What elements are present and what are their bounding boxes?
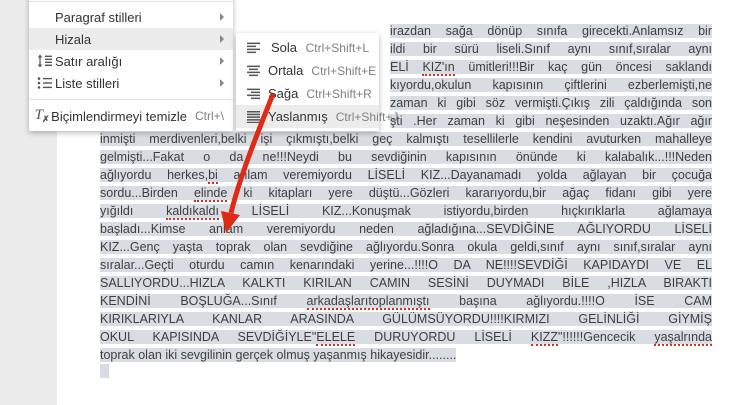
text-line: şti .Her zaman ki gibi neşesinden uzaktı… [390, 114, 712, 128]
line-spacing-icon [33, 54, 55, 68]
text-line: zaman ki gibi söz vermişti.Çıkış zili ça… [390, 96, 712, 110]
submenu-item-align-center[interactable]: Ortala Ctrl+Shift+E [236, 59, 379, 82]
align-left-icon [247, 42, 263, 54]
submenu-arrow-icon [220, 79, 224, 87]
text-line: KIZ...Genç yaşta toprak olan sevdiğine a… [100, 240, 712, 254]
align-right-icon [247, 88, 260, 100]
align-submenu: Sola Ctrl+Shift+L Ortala Ctrl+Shift+E Sa… [236, 33, 398, 131]
text-line: kıyordu,okulun kapısının çiftlerini ezbe… [390, 78, 712, 92]
text-line: sıralar...Geçti oturdu camın kenarındaki… [100, 258, 712, 272]
submenu-item-align-justify[interactable]: Yaslanmış Ctrl+Shift+J [236, 105, 398, 128]
menu-item-clear-formatting[interactable]: T✗ Biçimlendirmeyi temizle Ctrl+\ [29, 105, 233, 127]
submenu-item-shortcut: Ctrl+Shift+J [335, 109, 399, 124]
submenu-item-align-left[interactable]: Sola Ctrl+Shift+L [236, 36, 379, 59]
text-line: yığıldı kaldıkaldı LİSELİ KIZ...Konuşmak… [100, 204, 712, 220]
align-center-icon [247, 65, 260, 77]
text-line: gelmişti...Fakat o da ne!!!Neydi bu sevd… [100, 150, 712, 164]
submenu-item-shortcut: Ctrl+Shift+E [311, 63, 377, 78]
submenu-item-label: Sola [271, 40, 298, 55]
menu-item-label: Biçimlendirmeyi temizle [51, 108, 187, 124]
app-window: irazdan sağa dönüp sınıfa girecekti.Anla… [0, 0, 730, 405]
list-styles-icon [33, 76, 55, 90]
menu-cut-top [29, 0, 233, 2]
text-line: toprak olan iki sevgilinin gerçek olmuş … [100, 348, 457, 362]
submenu-item-align-right[interactable]: Sağa Ctrl+Shift+R [236, 82, 379, 105]
selection-stub [100, 364, 109, 378]
text-line: başladı...Kimse anlam veremiyordu neden … [100, 222, 712, 236]
text-line: inmişti merdivenleri,belki işi çıkmıştı,… [100, 132, 712, 146]
text-line: sordu...Birden elinde ki kitapları yere … [100, 186, 712, 202]
submenu-item-label: Ortala [268, 63, 304, 78]
text-line: irazdan sağa dönüp sınıfa girecekti.Anla… [390, 24, 712, 38]
submenu-item-shortcut: Ctrl+Shift+R [306, 86, 372, 101]
text-line: KIRIKLARIYLA KANLAR ARASINDA GÜLÜMSÜYORD… [100, 312, 712, 326]
submenu-arrow-icon [220, 13, 224, 21]
menu-item-align[interactable]: Hizala [29, 28, 233, 50]
menu-divider [29, 99, 233, 100]
menu-item-label: Liste stilleri [55, 75, 120, 91]
menu-item-shortcut: Ctrl+\ [194, 109, 224, 123]
submenu-arrow-icon [220, 35, 224, 43]
text-line: ELİ KIZ'ın ümitleri!!!Bir kaç gün öncesi… [390, 60, 712, 76]
menu-item-label: Hizala [55, 31, 92, 47]
submenu-arrow-icon [220, 57, 224, 65]
menu-item-paragraph-styles[interactable]: Paragraf stilleri [29, 6, 233, 28]
text-line: ağlıyordu herkes,bi anlam veremiyordu Lİ… [100, 168, 712, 184]
text-line: ildi bir sürü liseli.Sınıf aynı sınıf,sı… [390, 42, 712, 56]
text-line: SALLIYORDU...HIZLA KALKTI KIRILAN CAMIN … [100, 276, 712, 290]
context-menu: Paragraf stilleri Hizala Satır aralığı L… [29, 0, 233, 131]
menu-item-label: Satır aralığı [55, 53, 123, 69]
submenu-item-label: Sağa [268, 86, 299, 101]
align-justify-icon [247, 110, 260, 123]
submenu-item-shortcut: Ctrl+Shift+L [305, 40, 369, 55]
text-line: OKUL KAPISINDA SEVDİĞİYLE"ELELE DURUYORD… [100, 330, 712, 346]
menu-item-list-styles[interactable]: Liste stilleri [29, 72, 233, 94]
text-line: KENDİNİ BOŞLUĞA...Sınıf arkadaşlarıtopla… [100, 294, 712, 310]
clear-formatting-icon: T✗ [34, 107, 50, 124]
submenu-item-label: Yaslanmış [268, 109, 328, 124]
menu-item-label: Paragraf stilleri [55, 9, 142, 25]
menu-item-line-spacing[interactable]: Satır aralığı [29, 50, 233, 72]
